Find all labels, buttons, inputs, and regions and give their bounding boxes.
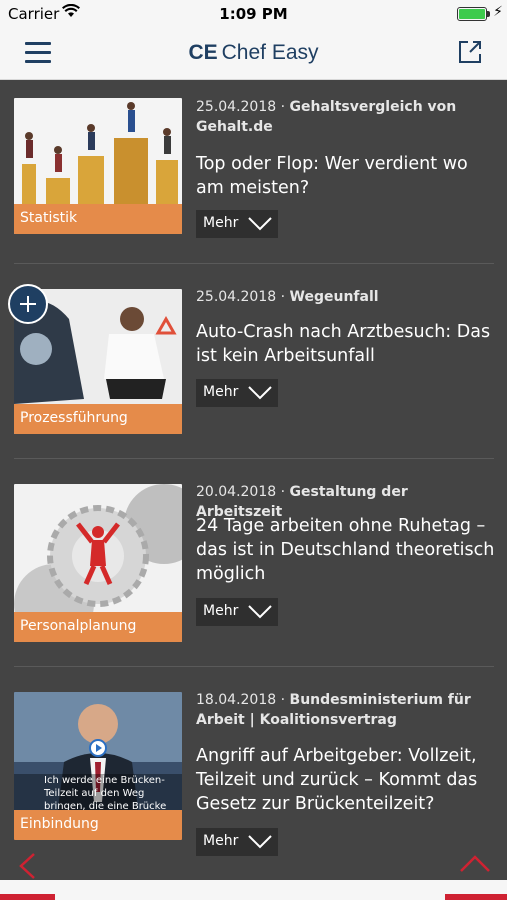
article-thumbnail[interactable]: Ich werde eine Brücken-Teilzeit auf den … <box>14 692 182 840</box>
article-date: 18.04.2018 <box>196 692 277 708</box>
status-time: 1:09 PM <box>219 5 288 23</box>
chevron-down-icon <box>248 386 272 400</box>
category-label: Einbindung <box>14 810 182 840</box>
article-date: 20.04.2018 <box>196 484 277 500</box>
more-label: Mehr <box>203 384 239 400</box>
article-thumbnail[interactable]: Statistik <box>14 98 182 234</box>
bottom-accent-left <box>0 894 55 900</box>
add-plus-icon[interactable] <box>8 284 48 324</box>
more-button[interactable]: Mehr <box>196 210 278 238</box>
article-source: Wegeunfall <box>289 289 379 305</box>
divider <box>14 458 494 459</box>
article-headline[interactable]: Angriff auf Arbeitgeber: Vollzeit, Teilz… <box>196 744 498 816</box>
article-date: 25.04.2018 <box>196 289 277 305</box>
article-thumbnail[interactable]: Personalplanung <box>14 484 182 642</box>
more-button[interactable]: Mehr <box>196 598 278 626</box>
more-button[interactable]: Mehr <box>196 828 278 856</box>
category-label: Personalplanung <box>14 612 182 642</box>
chevron-down-icon <box>248 217 272 231</box>
article-headline[interactable]: Auto-Crash nach Arztbesuch: Das ist kein… <box>196 320 498 368</box>
article-list[interactable]: Statistik 25.04.2018 · Gehaltsvergleich … <box>0 80 507 880</box>
more-label: Mehr <box>203 215 239 231</box>
category-label: Statistik <box>14 204 182 234</box>
article-headline[interactable]: Top oder Flop: Wer verdient wo am meiste… <box>196 152 498 200</box>
article-meta: 25.04.2018 · Wegeunfall <box>196 289 379 305</box>
more-button[interactable]: Mehr <box>196 379 278 407</box>
chevron-left-icon[interactable] <box>16 852 38 880</box>
article-date: 25.04.2018 <box>196 99 277 115</box>
video-caption: Ich werde eine Brücken-Teilzeit auf den … <box>44 775 167 812</box>
divider <box>14 666 494 667</box>
app-title: CE Chef Easy <box>0 41 507 65</box>
article-meta: 25.04.2018 · Gehaltsvergleich von Gehalt… <box>196 99 457 135</box>
chevron-down-icon <box>248 835 272 849</box>
divider <box>14 263 494 264</box>
bottom-accent-right <box>445 894 507 900</box>
app-title-bold: CE <box>188 41 218 64</box>
more-label: Mehr <box>203 833 239 849</box>
bottom-bar <box>0 880 507 900</box>
category-label: Prozessführung <box>14 404 182 434</box>
nav-bar: CE Chef Easy <box>0 28 507 80</box>
more-label: Mehr <box>203 603 239 619</box>
share-icon[interactable] <box>457 39 483 65</box>
article-meta: 18.04.2018 · Bundesministerium für Arbei… <box>196 692 471 728</box>
status-bar: Carrier 1:09 PM ⚡ <box>0 0 507 28</box>
chevron-up-icon[interactable] <box>459 852 491 874</box>
battery-icon <box>457 7 487 21</box>
article-headline[interactable]: 24 Tage arbeiten ohne Ruhetag – das ist … <box>196 514 498 586</box>
charging-icon: ⚡ <box>493 4 503 20</box>
chevron-down-icon <box>248 605 272 619</box>
app-title-rest: Chef Easy <box>221 41 319 64</box>
